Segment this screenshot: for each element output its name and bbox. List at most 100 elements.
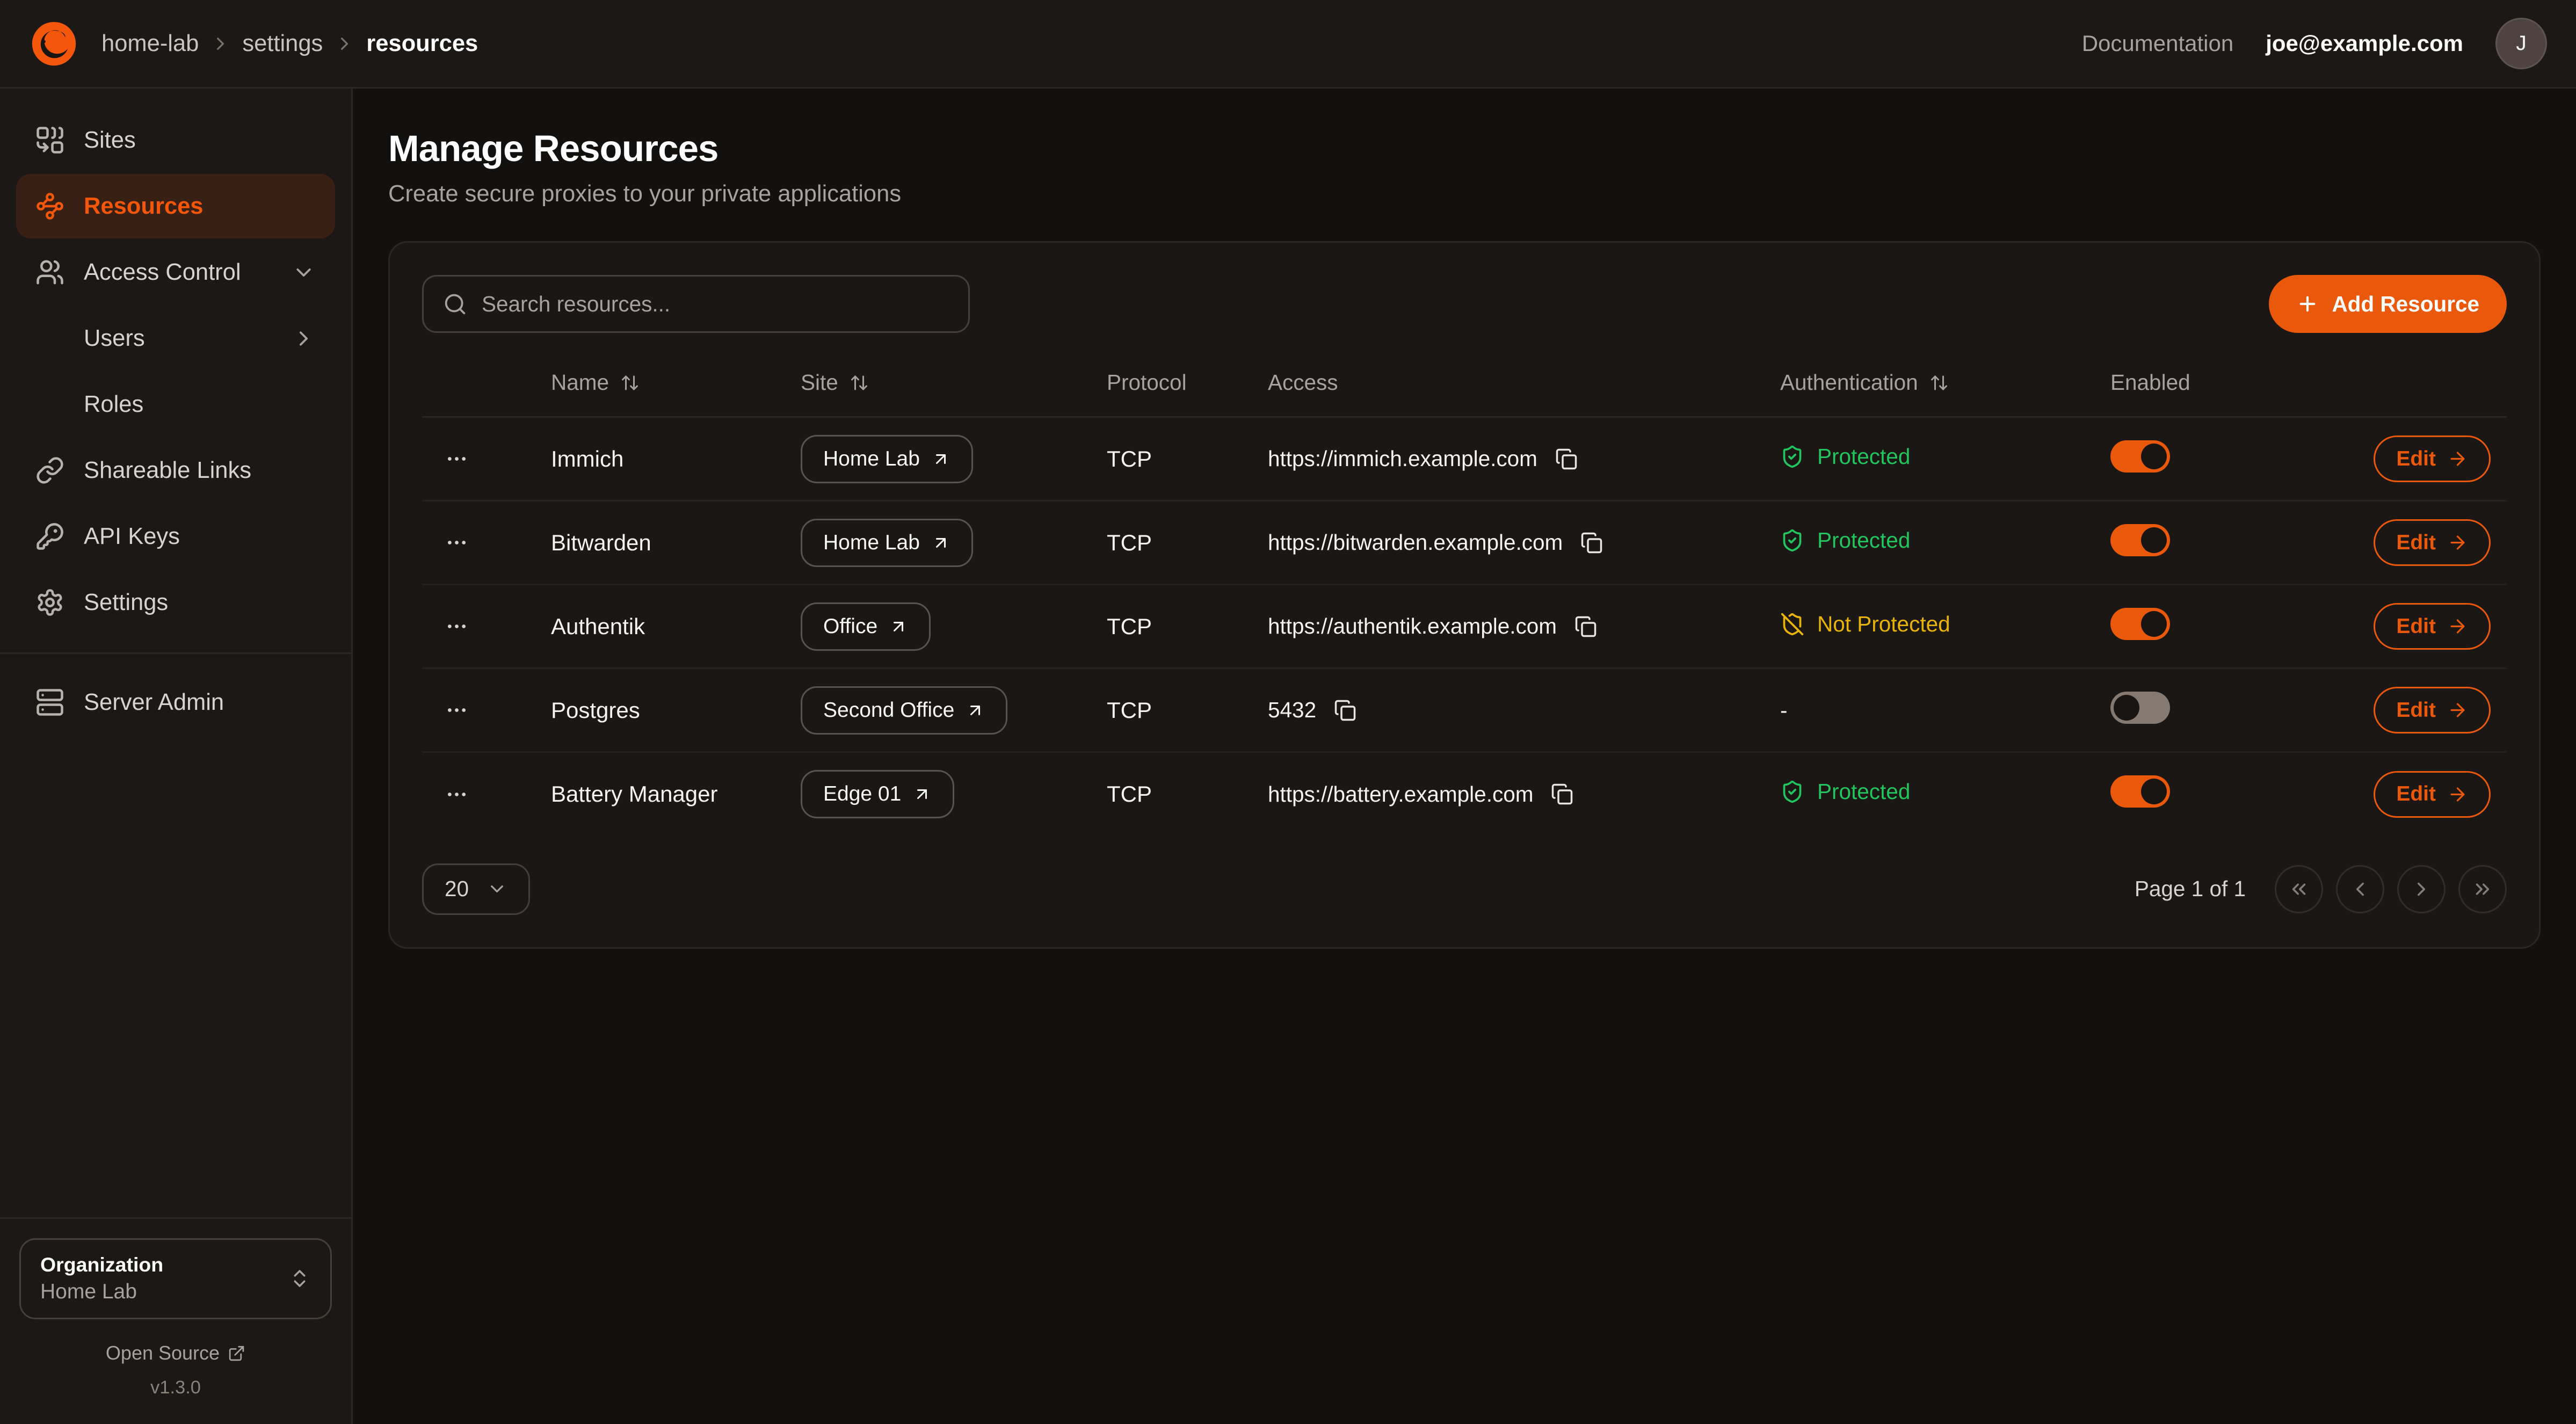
next-page-button[interactable] xyxy=(2397,865,2446,913)
enabled-toggle[interactable] xyxy=(2110,440,2170,473)
enabled-toggle[interactable] xyxy=(2110,692,2170,724)
sidebar-item-access-control[interactable]: Access Control xyxy=(16,240,335,304)
sort-authentication-header[interactable]: Authentication xyxy=(1780,370,1949,395)
copy-icon[interactable] xyxy=(1552,445,1581,474)
arrow-right-icon xyxy=(2447,700,2468,721)
chevron-left-icon xyxy=(2349,878,2371,900)
chevron-right-icon xyxy=(210,33,231,54)
sort-site-header[interactable]: Site xyxy=(801,370,869,395)
table-header-row: Name Site Protocol Access Authentication… xyxy=(422,349,2507,417)
site-link-button[interactable]: Edge 01 xyxy=(801,770,954,818)
chevron-down-icon xyxy=(292,260,316,285)
documentation-link[interactable]: Documentation xyxy=(2082,31,2234,56)
chevron-right-icon xyxy=(292,326,316,351)
toolbar: Add Resource xyxy=(422,275,2507,333)
page-subtitle: Create secure proxies to your private ap… xyxy=(388,181,2541,207)
row-menu-button[interactable] xyxy=(438,692,475,729)
sidebar-item-sites[interactable]: Sites xyxy=(16,108,335,172)
access-value: https://bitwarden.example.com xyxy=(1268,530,1563,555)
table-row: Postgres Second Office TCP 5432 - Edit xyxy=(422,669,2507,752)
ellipsis-icon xyxy=(445,614,469,638)
edit-button[interactable]: Edit xyxy=(2374,603,2491,650)
arrow-right-icon xyxy=(2447,784,2468,805)
arrow-up-right-icon xyxy=(931,533,950,553)
first-page-button[interactable] xyxy=(2275,865,2323,913)
auth-status: Protected xyxy=(1780,444,1910,469)
chevrons-up-down-icon xyxy=(288,1267,311,1290)
edit-button[interactable]: Edit xyxy=(2374,687,2491,733)
breadcrumb-settings[interactable]: settings xyxy=(242,31,323,57)
resources-icon xyxy=(35,192,64,221)
enabled-toggle[interactable] xyxy=(2110,524,2170,556)
protocol-value: TCP xyxy=(1091,417,1252,501)
previous-page-button[interactable] xyxy=(2336,865,2384,913)
user-email[interactable]: joe@example.com xyxy=(2266,31,2463,56)
page-indicator: Page 1 of 1 xyxy=(2135,876,2246,902)
auth-status: Protected xyxy=(1780,528,1910,553)
enabled-toggle[interactable] xyxy=(2110,608,2170,640)
site-link-button[interactable]: Office xyxy=(801,602,931,651)
sidebar-item-settings[interactable]: Settings xyxy=(16,570,335,635)
copy-icon[interactable] xyxy=(1571,612,1600,641)
row-menu-button[interactable] xyxy=(438,776,475,813)
plus-icon xyxy=(2296,293,2319,315)
add-resource-button[interactable]: Add Resource xyxy=(2269,275,2507,333)
resource-name: Immich xyxy=(535,417,785,501)
shield-check-icon xyxy=(1780,780,1804,804)
edit-button[interactable]: Edit xyxy=(2374,435,2491,482)
edit-button[interactable]: Edit xyxy=(2374,519,2491,566)
shield-check-icon xyxy=(1780,528,1804,553)
organization-selector[interactable]: Organization Home Lab xyxy=(19,1238,332,1319)
avatar[interactable]: J xyxy=(2495,18,2547,69)
sidebar-item-server-admin[interactable]: Server Admin xyxy=(16,670,335,735)
copy-icon[interactable] xyxy=(1548,780,1577,809)
arrow-up-right-icon xyxy=(889,617,908,636)
shield-off-icon xyxy=(1780,612,1804,636)
sidebar-item-api-keys[interactable]: API Keys xyxy=(16,504,335,569)
access-value: 5432 xyxy=(1268,698,1316,723)
edit-button[interactable]: Edit xyxy=(2374,771,2491,818)
sidebar-footer: Organization Home Lab Open Source v1.3.0 xyxy=(0,1217,351,1405)
table-row: Bitwarden Home Lab TCP https://bitwarden… xyxy=(422,501,2507,585)
sidebar-item-users[interactable]: Users xyxy=(16,306,335,370)
copy-icon[interactable] xyxy=(1331,696,1360,725)
pangolin-logo[interactable] xyxy=(29,19,79,69)
open-source-link[interactable]: Open Source xyxy=(16,1342,335,1364)
page-size-select[interactable]: 20 xyxy=(422,863,530,915)
site-link-button[interactable]: Second Office xyxy=(801,686,1007,735)
row-menu-button[interactable] xyxy=(438,440,475,477)
protocol-value: TCP xyxy=(1091,669,1252,752)
sidebar: Sites Resources Access Control Users xyxy=(0,89,353,1424)
organization-value: Home Lab xyxy=(40,1278,163,1306)
table-row: Authentik Office TCP https://authentik.e… xyxy=(422,585,2507,669)
arrow-up-down-icon xyxy=(850,373,869,393)
column-menu xyxy=(422,349,535,417)
enabled-toggle[interactable] xyxy=(2110,775,2170,808)
row-menu-button[interactable] xyxy=(438,524,475,561)
access-value: https://battery.example.com xyxy=(1268,782,1533,807)
sidebar-item-roles[interactable]: Roles xyxy=(16,372,335,437)
resource-name: Authentik xyxy=(535,585,785,669)
sidebar-item-shareable-links[interactable]: Shareable Links xyxy=(16,438,335,503)
table-row: Battery Manager Edge 01 TCP https://batt… xyxy=(422,752,2507,836)
copy-icon[interactable] xyxy=(1577,528,1606,557)
site-link-button[interactable]: Home Lab xyxy=(801,435,973,483)
auth-status: Not Protected xyxy=(1780,612,1950,637)
access-control-icon xyxy=(35,258,64,287)
column-enabled: Enabled xyxy=(2094,349,2296,417)
gear-icon xyxy=(35,588,64,617)
breadcrumb-org[interactable]: home-lab xyxy=(101,31,199,57)
auth-status: Protected xyxy=(1780,779,1910,804)
search-input[interactable] xyxy=(482,292,949,317)
sort-name-header[interactable]: Name xyxy=(551,370,640,395)
resource-name: Bitwarden xyxy=(535,501,785,585)
arrow-up-down-icon xyxy=(620,373,640,393)
protocol-value: TCP xyxy=(1091,585,1252,669)
sidebar-item-resources[interactable]: Resources xyxy=(16,174,335,238)
version-label: v1.3.0 xyxy=(16,1377,335,1398)
last-page-button[interactable] xyxy=(2458,865,2507,913)
row-menu-button[interactable] xyxy=(438,608,475,645)
site-link-button[interactable]: Home Lab xyxy=(801,519,973,567)
column-access: Access xyxy=(1252,349,1764,417)
protocol-value: TCP xyxy=(1091,752,1252,836)
